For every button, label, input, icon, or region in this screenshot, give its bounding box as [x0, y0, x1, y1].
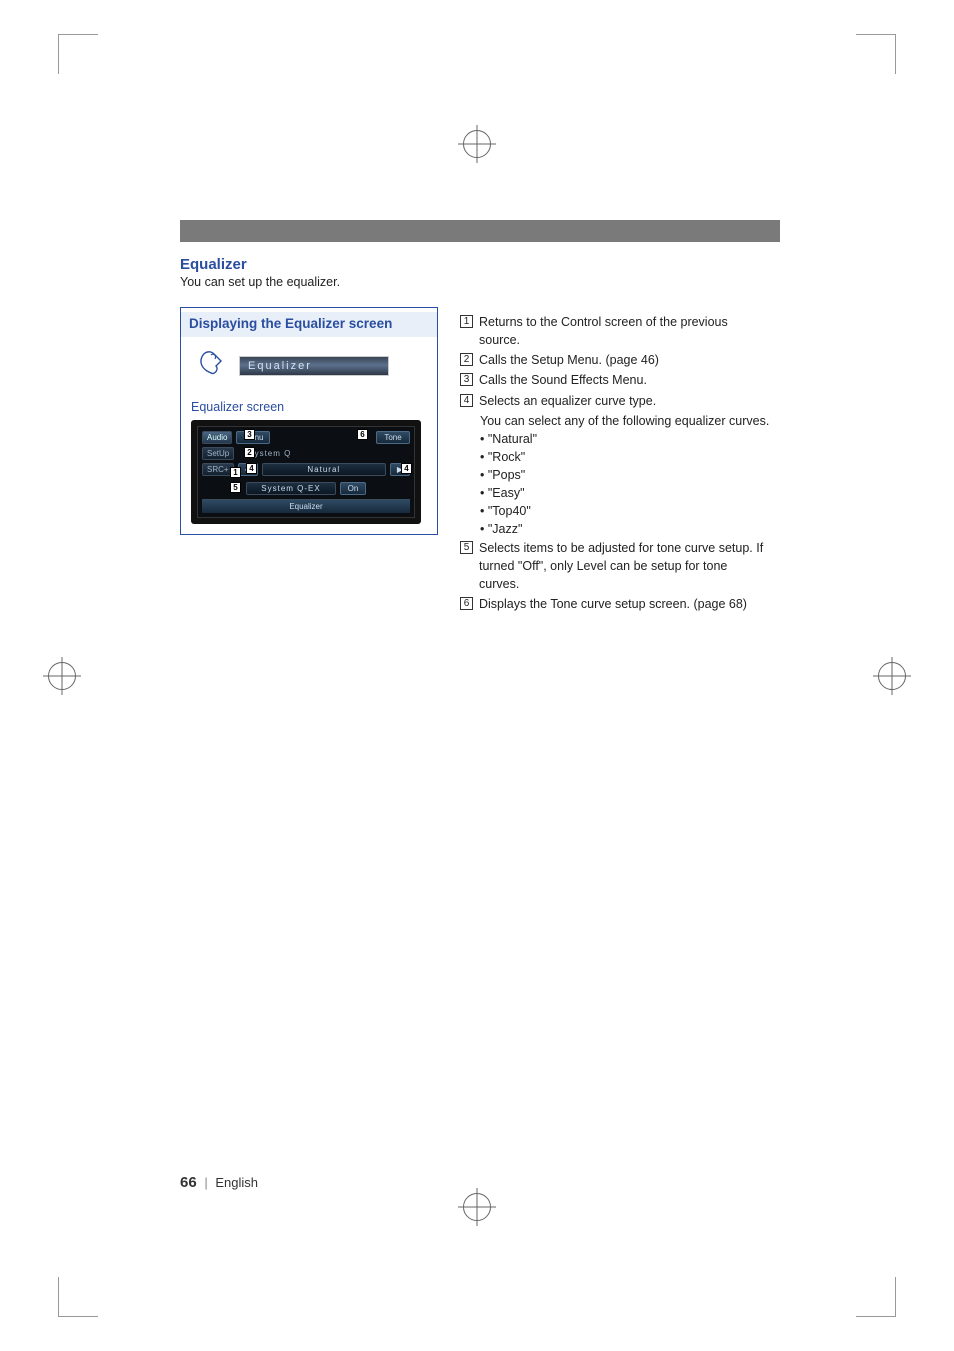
callout-5: 5: [230, 482, 241, 493]
registration-mark: [878, 662, 906, 690]
tone-button[interactable]: Tone: [376, 431, 410, 444]
desc-1: Returns to the Control screen of the pre…: [479, 313, 770, 349]
crop-mark: [856, 34, 896, 74]
num-3: 3: [460, 373, 473, 386]
num-6: 6: [460, 597, 473, 610]
box-heading: Displaying the Equalizer screen: [189, 316, 429, 331]
curve-value: Natural: [262, 463, 386, 476]
page-footer: 66 | English: [180, 1174, 258, 1191]
page-language: English: [215, 1175, 258, 1190]
curve-top40: • "Top40": [460, 502, 770, 520]
section-subtitle: You can set up the equalizer.: [180, 275, 780, 289]
section-header-bar: [180, 220, 780, 242]
system-q-ex-toggle[interactable]: On: [340, 482, 366, 495]
curve-natural: • "Natural": [460, 430, 770, 448]
equalizer-button[interactable]: Equalizer: [239, 356, 389, 376]
callout-3: 3: [244, 429, 255, 440]
registration-mark: [48, 662, 76, 690]
crop-mark: [856, 1277, 896, 1317]
description-list: 1 Returns to the Control screen of the pr…: [460, 313, 770, 615]
num-1: 1: [460, 315, 473, 328]
curve-easy: • "Easy": [460, 484, 770, 502]
equalizer-screen-mock: Audio 3 Menu 6 Tone SetUp 2 System Q: [191, 420, 421, 524]
desc-6: Displays the Tone curve setup screen. (p…: [479, 595, 747, 613]
desc-5: Selects items to be adjusted for tone cu…: [479, 539, 770, 593]
crop-mark: [58, 34, 98, 74]
callout-6: 6: [357, 429, 368, 440]
registration-mark: [463, 1193, 491, 1221]
screen-footer-label: Equalizer: [202, 499, 410, 513]
desc-4: Selects an equalizer curve type.: [479, 392, 656, 410]
tab-src[interactable]: SRC+: [202, 463, 234, 476]
registration-mark: [463, 130, 491, 158]
tab-setup[interactable]: SetUp: [202, 447, 234, 460]
touch-icon: [191, 343, 231, 388]
section-title: Equalizer: [180, 256, 780, 273]
callout-4-left: 4: [246, 463, 257, 474]
num-4: 4: [460, 394, 473, 407]
curve-jazz: • "Jazz": [460, 520, 770, 538]
curve-rock: • "Rock": [460, 448, 770, 466]
crop-mark: [58, 1277, 98, 1317]
num-2: 2: [460, 353, 473, 366]
screen-caption: Equalizer screen: [181, 390, 437, 418]
num-5: 5: [460, 541, 473, 554]
callout-4-right: 4: [401, 463, 412, 474]
system-q-ex-label: System Q-EX: [246, 482, 336, 495]
instruction-box: Displaying the Equalizer screen Equalize…: [180, 307, 438, 535]
desc-3: Calls the Sound Effects Menu.: [479, 371, 647, 389]
desc-4b: You can select any of the following equa…: [460, 412, 770, 430]
desc-2: Calls the Setup Menu. (page 46): [479, 351, 659, 369]
tab-audio[interactable]: Audio: [202, 431, 232, 444]
curve-pops: • "Pops": [460, 466, 770, 484]
callout-2: 2: [244, 447, 255, 458]
callout-1: 1: [230, 467, 241, 478]
page-number: 66: [180, 1174, 197, 1191]
